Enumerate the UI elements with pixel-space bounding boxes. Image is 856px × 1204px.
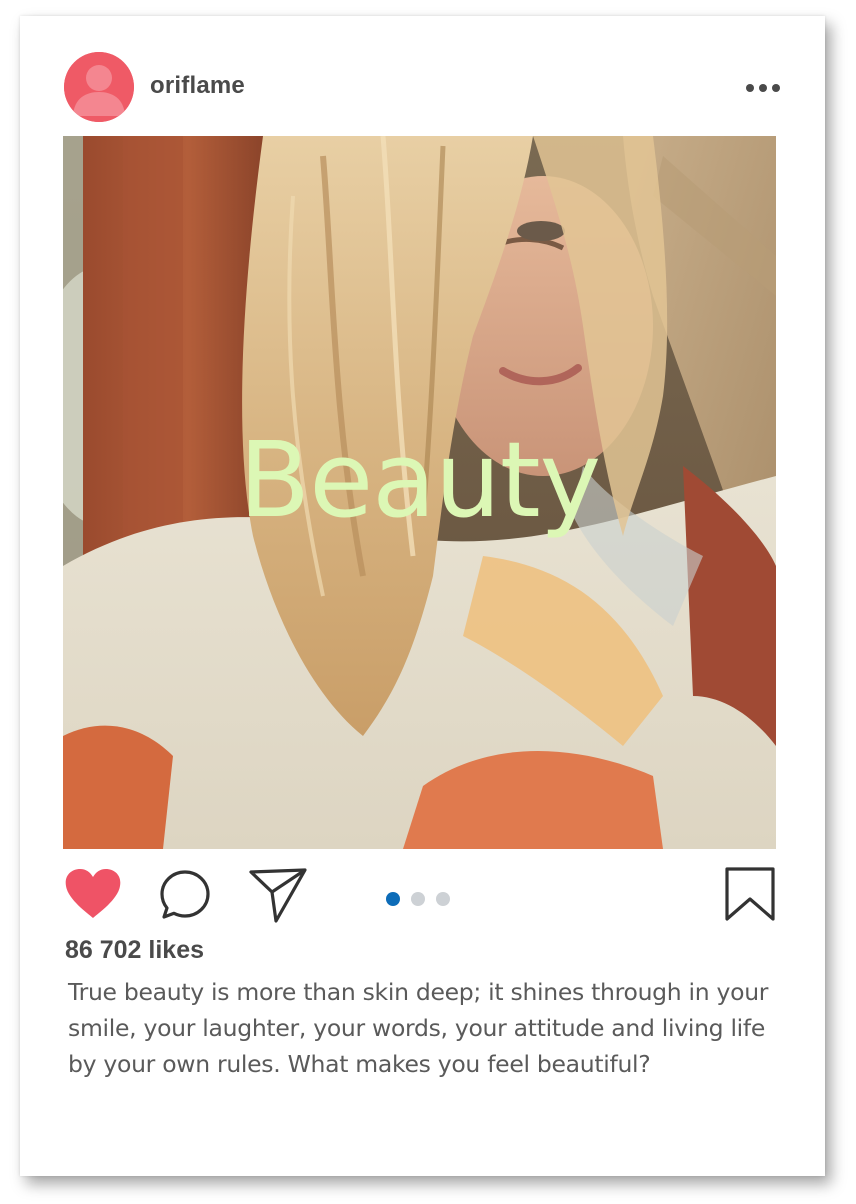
carousel-dot-2[interactable] <box>411 892 425 906</box>
bookmark-icon <box>725 867 775 921</box>
comment-icon <box>160 870 210 919</box>
more-options-button[interactable] <box>744 80 784 96</box>
post-header: oriflame <box>20 16 825 136</box>
share-button[interactable] <box>248 866 308 924</box>
carousel-dot-1[interactable] <box>386 892 400 906</box>
like-button[interactable] <box>64 868 122 920</box>
post-card: oriflame Beauty 86 702 likes True beauty… <box>20 16 825 1176</box>
user-avatar-icon <box>64 52 134 122</box>
heart-icon <box>65 869 121 918</box>
post-image[interactable]: Beauty <box>63 136 776 849</box>
comment-button[interactable] <box>158 868 212 922</box>
post-actions <box>20 856 825 936</box>
likes-count[interactable]: 86 702 likes <box>65 936 204 965</box>
carousel-dot-3[interactable] <box>436 892 450 906</box>
paper-plane-icon <box>249 868 307 923</box>
image-overlay-text: Beauty <box>238 419 601 541</box>
avatar[interactable] <box>64 52 134 122</box>
username[interactable]: oriflame <box>150 72 245 100</box>
more-options-icon <box>746 84 780 92</box>
post-caption: True beauty is more than skin deep; it s… <box>68 978 769 1078</box>
save-button[interactable] <box>724 866 776 922</box>
